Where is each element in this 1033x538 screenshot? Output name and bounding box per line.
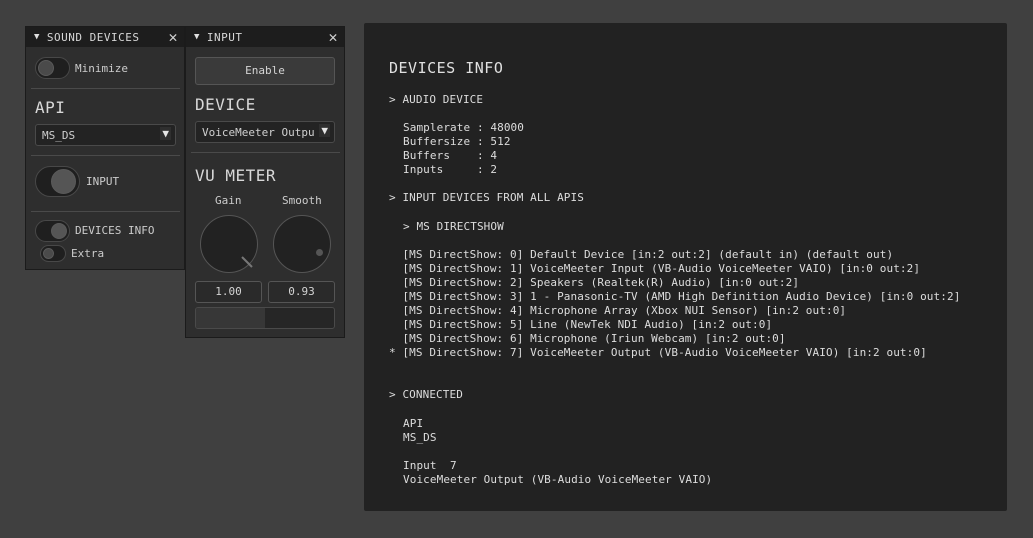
vu-meter-heading: VU METER [195, 166, 277, 185]
vu-meter-fill [196, 308, 265, 328]
smooth-knob[interactable] [273, 215, 331, 273]
extra-toggle[interactable] [40, 245, 66, 262]
close-icon[interactable]: ✕ [168, 29, 178, 45]
devices-info-title: DEVICES INFO [389, 59, 504, 77]
device-list-item: [MS DirectShow: 2] Speakers (Realtek(R) … [389, 276, 800, 289]
devices-info-toggle[interactable] [35, 220, 70, 242]
chevron-down-icon: ▼ [160, 127, 171, 140]
input-titlebar[interactable]: ▼ INPUT ✕ [186, 27, 344, 47]
input-panel: ▼ INPUT ✕ Enable DEVICE VoiceMeeter Outp… [185, 26, 345, 338]
connected-api-value: MS_DS [403, 431, 437, 444]
minimize-label: Minimize [75, 62, 128, 75]
api-heading: API [35, 98, 66, 117]
buffersize-line: Buffersize : 512 [403, 135, 511, 148]
input-toggle[interactable] [35, 166, 80, 197]
devices-info-label: DEVICES INFO [75, 224, 155, 237]
input-devices-header: > INPUT DEVICES FROM ALL APIS [389, 191, 584, 204]
device-select[interactable]: VoiceMeeter Output ▼ [195, 121, 335, 143]
gain-label: Gain [215, 194, 242, 207]
minimize-toggle[interactable] [35, 57, 70, 79]
sound-devices-title: SOUND DEVICES [46, 30, 140, 44]
collapse-triangle-icon[interactable]: ▼ [194, 32, 200, 42]
smooth-label: Smooth [282, 194, 322, 207]
collapse-triangle-icon[interactable]: ▼ [34, 32, 40, 42]
buffers-line: Buffers : 4 [403, 149, 498, 162]
close-icon[interactable]: ✕ [328, 29, 338, 45]
device-select-value: VoiceMeeter Output [202, 126, 314, 139]
gain-value-field[interactable]: 1.00 [195, 281, 262, 303]
audio-device-header: > AUDIO DEVICE [389, 93, 484, 106]
devices-info-panel: DEVICES INFO > AUDIO DEVICE Samplerate :… [364, 23, 1007, 511]
device-list-item: [MS DirectShow: 5] Line (NewTek NDI Audi… [389, 318, 773, 331]
input-toggle-label: INPUT [86, 175, 120, 188]
chevron-down-icon: ▼ [319, 124, 330, 137]
inputs-line: Inputs : 2 [403, 163, 498, 176]
connected-input-label: Input 7 [403, 459, 457, 472]
samplerate-line: Samplerate : 48000 [403, 121, 525, 134]
enable-button[interactable]: Enable [195, 57, 335, 85]
device-list-item: [MS DirectShow: 0] Default Device [in:2 … [389, 248, 894, 261]
connected-header: > CONNECTED [389, 388, 463, 401]
device-list-item: [MS DirectShow: 4] Microphone Array (Xbo… [389, 304, 847, 317]
api-select-value: MS_DS [42, 129, 76, 142]
input-title: INPUT [206, 30, 243, 44]
connected-input-device: VoiceMeeter Output (VB-Audio VoiceMeeter… [403, 473, 713, 486]
ms-directshow-header: > MS DIRECTSHOW [403, 220, 504, 233]
device-list-item: [MS DirectShow: 3] 1 - Panasonic-TV (AMD… [389, 290, 961, 303]
device-heading: DEVICE [195, 95, 256, 114]
connected-api-label: API [403, 417, 424, 430]
device-list-item: [MS DirectShow: 1] VoiceMeeter Input (VB… [389, 262, 921, 275]
sound-devices-panel: ▼ SOUND DEVICES ✕ Minimize API MS_DS ▼ I… [25, 26, 185, 270]
device-list-item-selected: * [MS DirectShow: 7] VoiceMeeter Output … [389, 346, 927, 359]
gain-knob[interactable] [200, 215, 258, 273]
api-select[interactable]: MS_DS ▼ [35, 124, 176, 146]
device-list-item: [MS DirectShow: 6] Microphone (Iriun Web… [389, 332, 786, 345]
vu-meter-bar [195, 307, 335, 329]
extra-label: Extra [71, 247, 105, 260]
smooth-value-field[interactable]: 0.93 [268, 281, 335, 303]
sound-devices-titlebar[interactable]: ▼ SOUND DEVICES ✕ [26, 27, 184, 47]
